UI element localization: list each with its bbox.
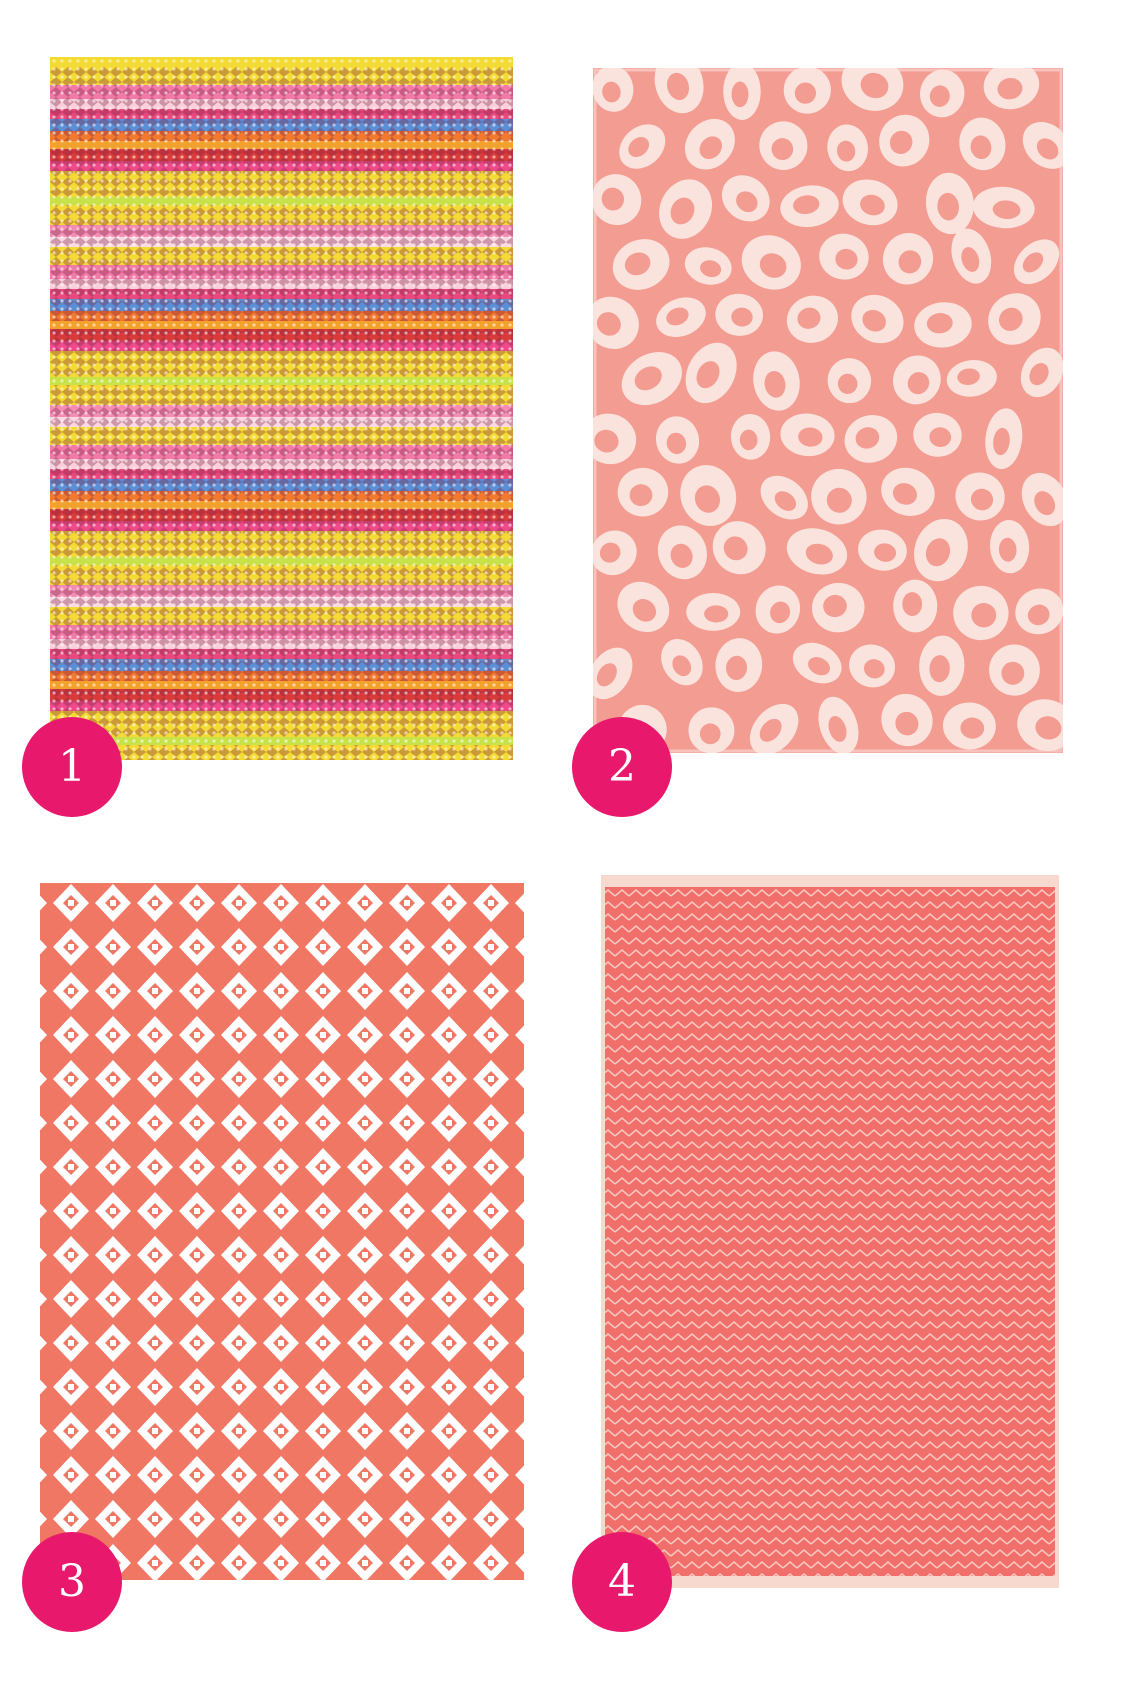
rug-4-herringbone-image — [601, 875, 1059, 1588]
rug-3-diamond-image — [40, 873, 524, 1590]
number-badge-3: 3 — [22, 1532, 122, 1632]
number-badge-4: 4 — [572, 1532, 672, 1632]
number-badge-2: 2 — [572, 717, 672, 817]
number-badge-1: 1 — [22, 717, 122, 817]
rug-1-striped-image — [50, 57, 513, 760]
rug-2-leopard-image — [593, 68, 1063, 753]
